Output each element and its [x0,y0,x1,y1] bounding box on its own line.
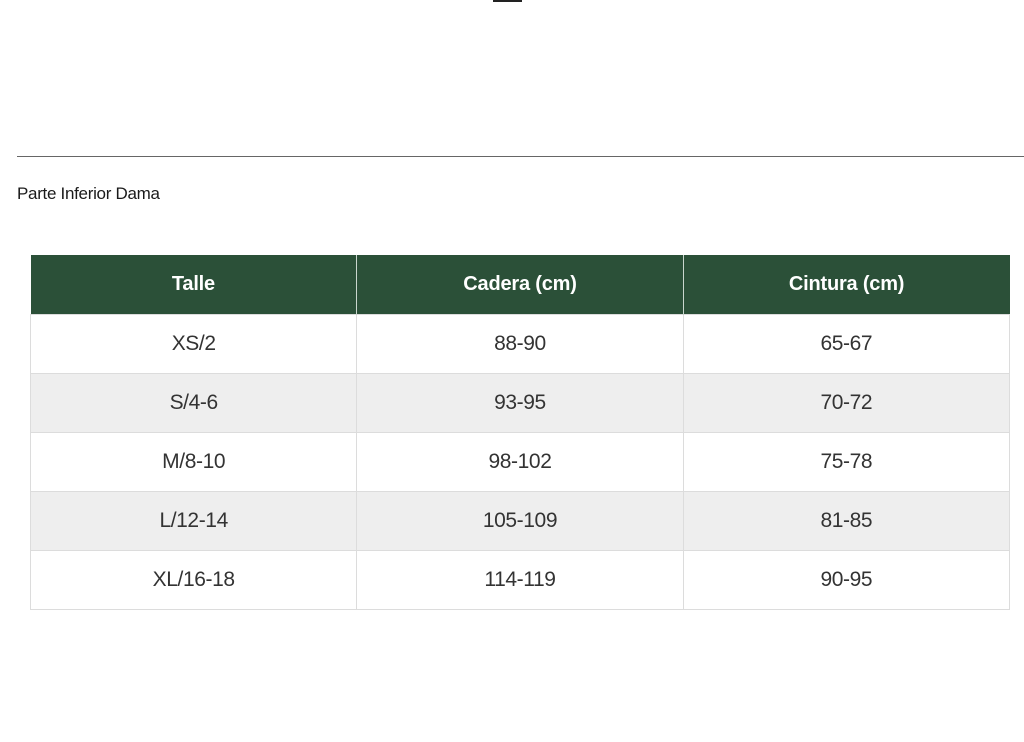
cell-talle: M/8-10 [29,432,358,492]
table-row: XL/16-18 114-119 90-95 [29,550,1011,610]
cell-cintura: 70-72 [682,373,1011,433]
cell-talle: S/4-6 [29,373,358,433]
cell-talle: XS/2 [29,314,358,374]
table-row: XS/2 88-90 65-67 [29,314,1011,374]
section-divider [17,156,1024,157]
cell-cintura: 65-67 [682,314,1011,374]
header-talle: Talle [30,255,358,315]
cell-cintura: 81-85 [682,491,1011,551]
header-cadera: Cadera (cm) [356,255,684,315]
cell-cadera: 88-90 [356,314,684,374]
table-row: M/8-10 98-102 75-78 [29,432,1011,492]
section-title: Parte Inferior Dama [17,184,160,203]
cell-talle: L/12-14 [29,491,358,551]
cell-talle: XL/16-18 [29,550,358,610]
cell-cintura: 75-78 [682,432,1011,492]
table-header-row: Talle Cadera (cm) Cintura (cm) [30,255,1010,315]
top-mark [493,0,522,2]
header-cintura: Cintura (cm) [683,255,1010,315]
cell-cadera: 105-109 [356,491,684,551]
cell-cadera: 114-119 [356,550,684,610]
table-row: L/12-14 105-109 81-85 [29,491,1011,551]
cell-cadera: 93-95 [356,373,684,433]
cell-cadera: 98-102 [356,432,684,492]
size-chart-table: Talle Cadera (cm) Cintura (cm) XS/2 88-9… [29,255,1011,610]
cell-cintura: 90-95 [682,550,1011,610]
table-row: S/4-6 93-95 70-72 [29,373,1011,433]
